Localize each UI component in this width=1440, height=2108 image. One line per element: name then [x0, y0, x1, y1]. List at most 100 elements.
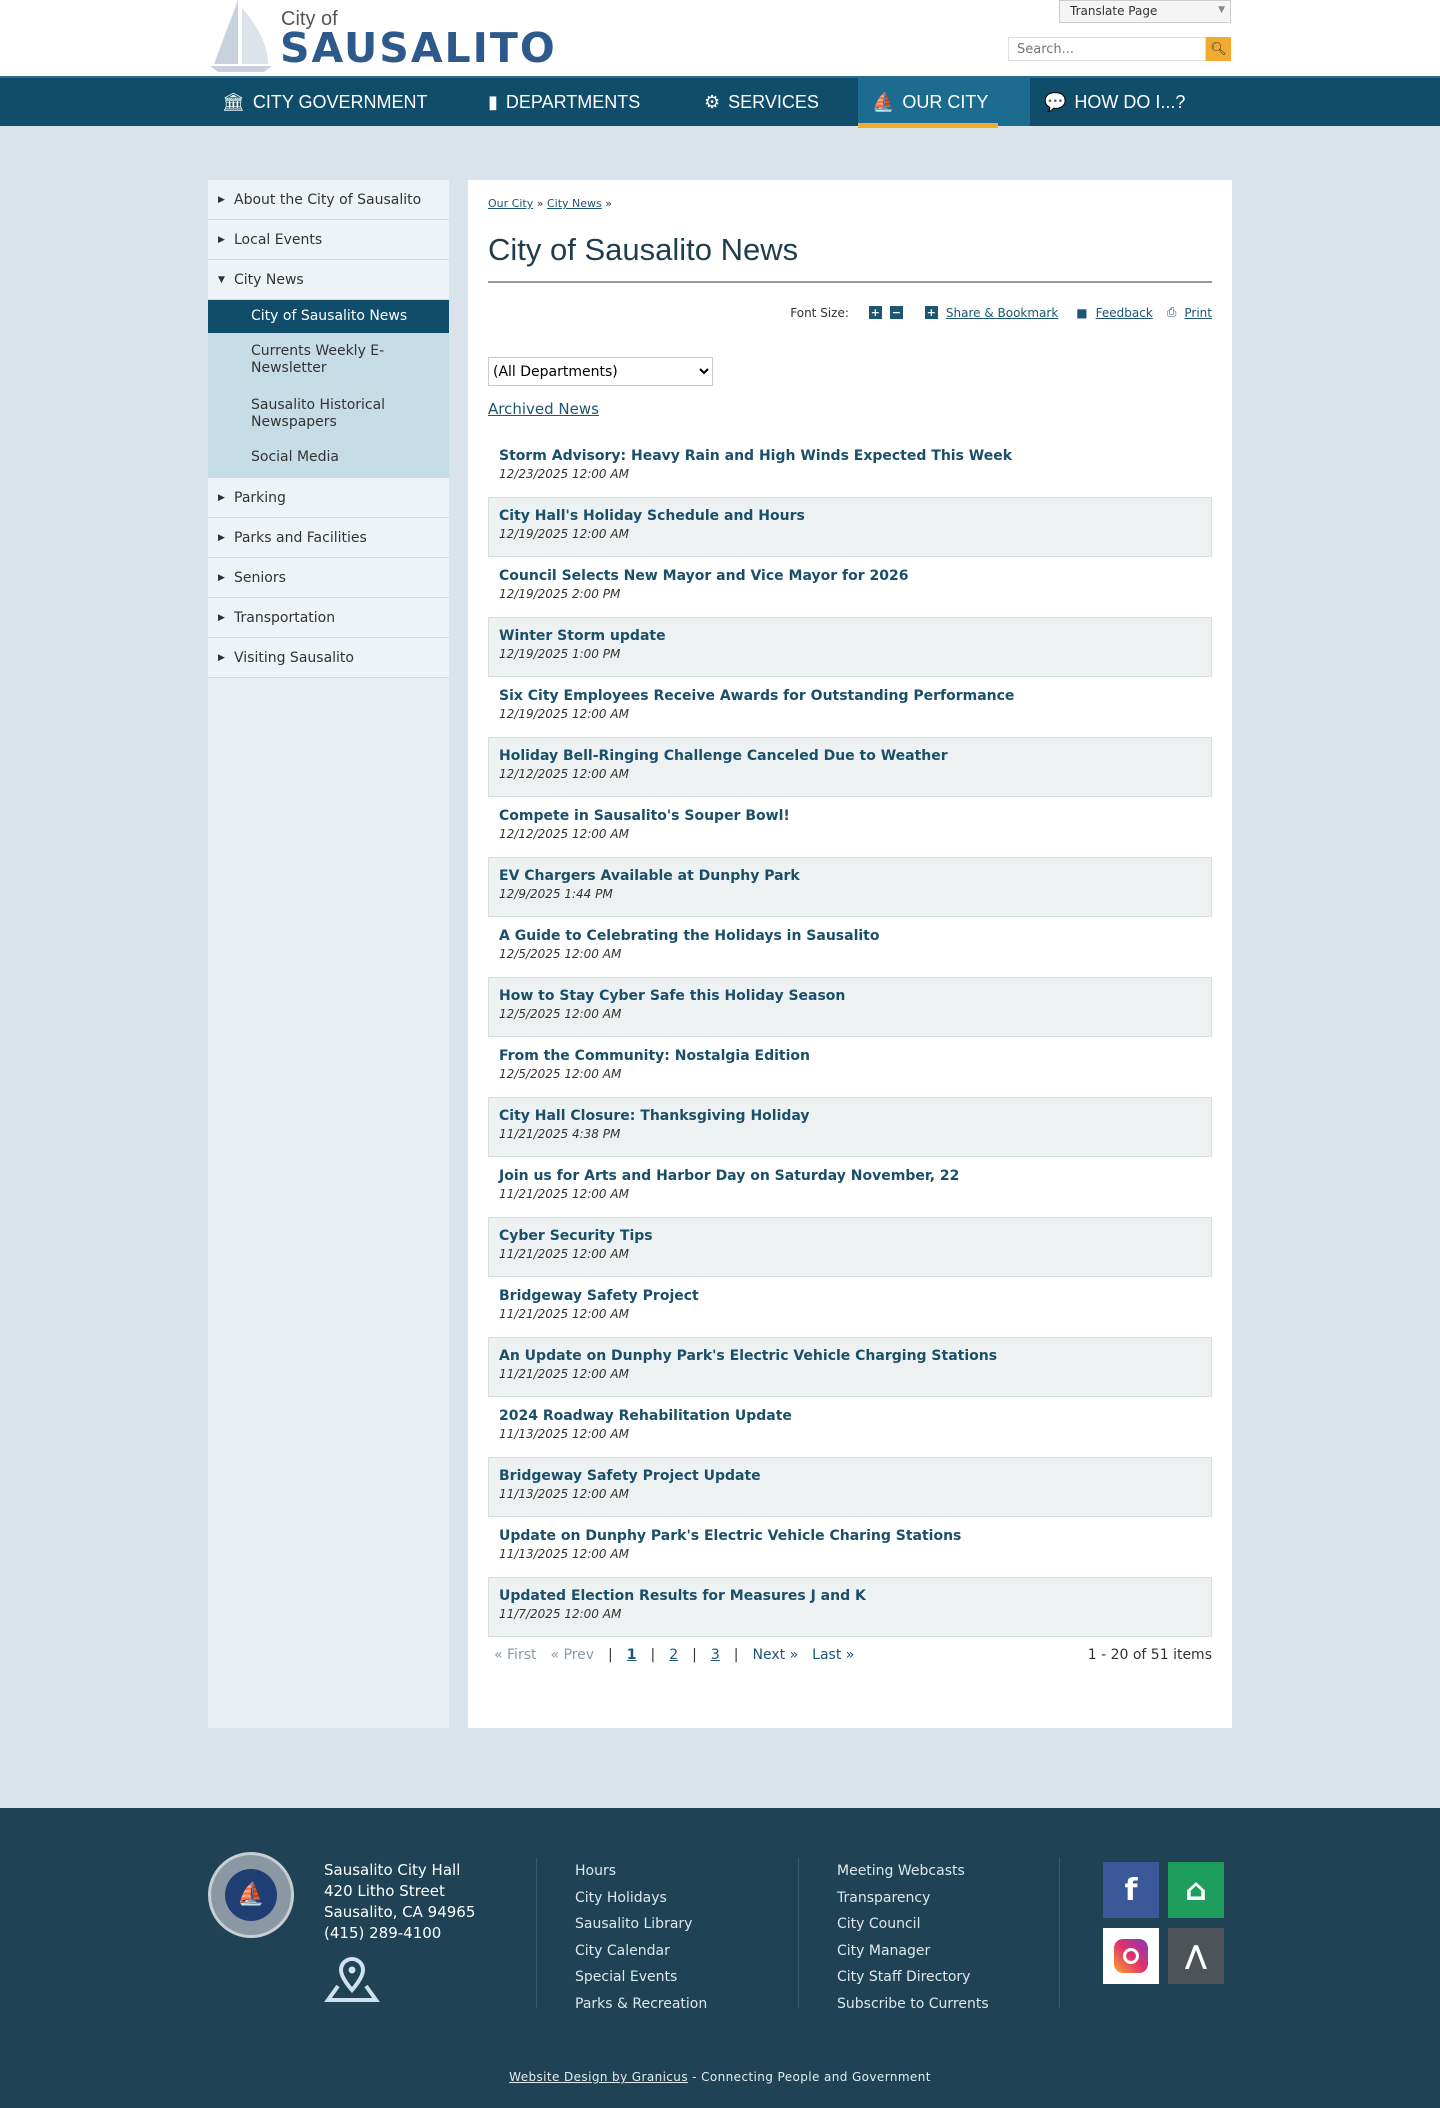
news-title-link[interactable]: Storm Advisory: Heavy Rain and High Wind… — [499, 446, 1201, 466]
feedback-link[interactable]: Feedback — [1096, 306, 1153, 320]
pager-first: « First — [494, 1647, 537, 1663]
news-date: 11/13/2025 12:00 AM — [499, 1427, 629, 1441]
site-logo[interactable]: City of SAUSALITO — [208, 0, 555, 76]
breadcrumb: Our City » City News » — [488, 197, 612, 210]
news-title-link[interactable]: City Hall's Holiday Schedule and Hours — [499, 506, 1201, 526]
footer-link[interactable]: City Calendar — [575, 1938, 707, 1965]
sidebar-item-about[interactable]: ▶ About the City of Sausalito — [208, 180, 449, 220]
print-link[interactable]: Print — [1184, 306, 1212, 320]
pager-sep: | — [608, 1647, 613, 1663]
font-increase-icon[interactable]: + — [868, 306, 882, 319]
news-title-link[interactable]: A Guide to Celebrating the Holidays in S… — [499, 926, 1201, 946]
news-title-link[interactable]: Bridgeway Safety Project Update — [499, 1466, 1201, 1486]
sidebar-item-parks[interactable]: ▶ Parks and Facilities — [208, 518, 449, 558]
news-date: 11/7/2025 12:00 AM — [499, 1607, 622, 1621]
nav-how-do-i[interactable]: 💬 HOW DO I...? — [1030, 78, 1185, 126]
footer-link[interactable]: City Staff Directory — [837, 1964, 989, 1991]
news-item: Join us for Arts and Harbor Day on Satur… — [488, 1157, 1212, 1217]
nav-departments[interactable]: ▮ DEPARTMENTS — [474, 78, 640, 126]
breadcrumb-city-news[interactable]: City News — [547, 197, 602, 210]
search-input[interactable] — [1008, 37, 1206, 61]
news-title-link[interactable]: 2024 Roadway Rehabilitation Update — [499, 1406, 1201, 1426]
news-title-link[interactable]: Cyber Security Tips — [499, 1226, 1201, 1246]
news-title-link[interactable]: An Update on Dunphy Park's Electric Vehi… — [499, 1346, 1201, 1366]
pager-next[interactable]: Next » — [753, 1647, 799, 1663]
footer-link[interactable]: Transparency — [837, 1885, 989, 1912]
news-title-link[interactable]: Updated Election Results for Measures J … — [499, 1586, 1201, 1606]
sidebar-label: About the City of Sausalito — [234, 191, 422, 208]
news-title-link[interactable]: Join us for Arts and Harbor Day on Satur… — [499, 1166, 1201, 1186]
sidebar-item-local-events[interactable]: ▶ Local Events — [208, 220, 449, 260]
news-title-link[interactable]: Bridgeway Safety Project — [499, 1286, 1201, 1306]
sidebar-sub-social-media[interactable]: Social Media — [208, 441, 449, 478]
sidebar-sub-historical[interactable]: Sausalito Historical Newspapers — [208, 387, 449, 441]
granicus-icon[interactable]: ⋀ — [1168, 1928, 1224, 1984]
department-select[interactable]: (All Departments) — [488, 357, 713, 386]
news-title-link[interactable]: EV Chargers Available at Dunphy Park — [499, 866, 1201, 886]
translate-select[interactable]: Translate Page ▼ — [1059, 0, 1231, 23]
instagram-icon[interactable] — [1103, 1928, 1159, 1984]
nav-our-city[interactable]: ⛵ OUR CITY — [858, 78, 1030, 128]
font-decrease-icon[interactable]: − — [889, 306, 903, 319]
nav-label: DEPARTMENTS — [505, 91, 641, 112]
footer-link[interactable]: Hours — [575, 1858, 707, 1885]
news-date: 12/12/2025 12:00 AM — [499, 827, 629, 841]
caret-right-icon: ▶ — [218, 492, 225, 503]
breadcrumb-our-city[interactable]: Our City — [488, 197, 533, 210]
sidebar-item-transportation[interactable]: ▶ Transportation — [208, 598, 449, 638]
footer-link[interactable]: City Holidays — [575, 1885, 707, 1912]
search-button[interactable]: 🔍︎ — [1206, 37, 1231, 61]
footer-link[interactable]: Sausalito Library — [575, 1911, 707, 1938]
address-line: Sausalito, CA 94965 — [324, 1903, 476, 1921]
archived-news-link[interactable]: Archived News — [488, 400, 599, 418]
facebook-icon[interactable]: f — [1103, 1862, 1159, 1918]
sidebar-label: Parking — [234, 489, 286, 506]
address-line: Sausalito City Hall — [324, 1861, 461, 1879]
footer-link[interactable]: Subscribe to Currents — [837, 1991, 989, 2018]
news-item: Cyber Security Tips 11/21/2025 12:00 AM — [488, 1217, 1212, 1277]
news-date: 12/19/2025 12:00 AM — [499, 707, 629, 721]
footer-credit: Website Design by Granicus - Connecting … — [0, 2070, 1440, 2084]
nav-services[interactable]: ⚙ SERVICES — [690, 78, 819, 126]
sidebar-item-parking[interactable]: ▶ Parking — [208, 478, 449, 518]
news-title-link[interactable]: How to Stay Cyber Safe this Holiday Seas… — [499, 986, 1201, 1006]
sidebar-sub-currents[interactable]: Currents Weekly E-Newsletter — [208, 333, 449, 387]
news-title-link[interactable]: Six City Employees Receive Awards for Ou… — [499, 686, 1201, 706]
pager-page-1[interactable]: 1 — [627, 1647, 637, 1663]
news-title-link[interactable]: Compete in Sausalito's Souper Bowl! — [499, 806, 1201, 826]
footer-link[interactable]: City Manager — [837, 1938, 989, 1965]
map-pin-icon[interactable] — [324, 1956, 380, 2011]
main-nav: 🏛 CITY GOVERNMENT ▮ DEPARTMENTS ⚙ SERVICES … — [0, 76, 1440, 128]
sidebar-sub-city-news[interactable]: City of Sausalito News — [208, 300, 449, 333]
nav-label: HOW DO I...? — [1074, 91, 1186, 112]
footer-link[interactable]: Special Events — [575, 1964, 707, 1991]
caret-right-icon: ▶ — [218, 572, 225, 583]
footer-link[interactable]: Meeting Webcasts — [837, 1858, 989, 1885]
footer-link[interactable]: Parks & Recreation — [575, 1991, 707, 2018]
nav-label: CITY GOVERNMENT — [252, 91, 428, 112]
news-title-link[interactable]: From the Community: Nostalgia Edition — [499, 1046, 1201, 1066]
news-title-link[interactable]: Update on Dunphy Park's Electric Vehicle… — [499, 1526, 1201, 1546]
news-date: 11/21/2025 12:00 AM — [499, 1247, 629, 1261]
sidebar-item-seniors[interactable]: ▶ Seniors — [208, 558, 449, 598]
nav-city-government[interactable]: 🏛 CITY GOVERNMENT — [208, 78, 428, 126]
news-title-link[interactable]: Winter Storm update — [499, 626, 1201, 646]
pager-page-2[interactable]: 2 — [669, 1647, 678, 1663]
news-title-link[interactable]: Holiday Bell-Ringing Challenge Canceled … — [499, 746, 1201, 766]
address-line: 420 Litho Street — [324, 1882, 445, 1900]
news-title-link[interactable]: City Hall Closure: Thanksgiving Holiday — [499, 1106, 1201, 1126]
granicus-link[interactable]: Website Design by Granicus — [509, 2070, 688, 2084]
sidebar-item-city-news[interactable]: ▼ City News — [208, 260, 449, 300]
news-date: 12/9/2025 1:44 PM — [499, 887, 613, 901]
footer-link[interactable]: City Council — [837, 1911, 989, 1938]
share-bookmark-link[interactable]: Share & Bookmark — [946, 306, 1058, 320]
sidebar-item-visiting[interactable]: ▶ Visiting Sausalito — [208, 638, 449, 678]
pager-page-3[interactable]: 3 — [711, 1647, 720, 1663]
nextdoor-icon[interactable]: ⌂ — [1168, 1862, 1224, 1918]
news-item: Holiday Bell-Ringing Challenge Canceled … — [488, 737, 1212, 797]
news-list: Storm Advisory: Heavy Rain and High Wind… — [488, 437, 1212, 1637]
pager-last[interactable]: Last » — [812, 1647, 854, 1663]
news-title-link[interactable]: Council Selects New Mayor and Vice Mayor… — [499, 566, 1201, 586]
city-seal-logo: ⛵ — [208, 1852, 294, 1938]
page-tools: Font Size: + − + Share & Bookmark ■ Feed… — [790, 305, 1212, 320]
